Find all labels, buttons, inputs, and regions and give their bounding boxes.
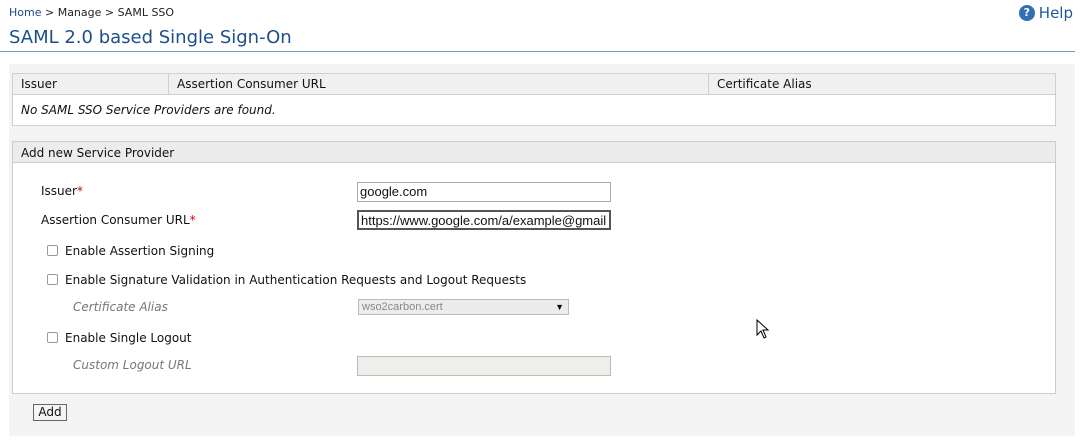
breadcrumb-separator: > [101,6,118,19]
acs-url-label-text: Assertion Consumer URL [41,213,190,227]
form-header: Add new Service Provider [12,141,1056,163]
breadcrumb-home-link[interactable]: Home [9,6,41,19]
title-divider [0,51,1075,52]
breadcrumb-current: SAML SSO [117,6,175,19]
column-header-issuer: Issuer [12,73,169,95]
help-link[interactable]: ? Help [1018,4,1073,22]
certificate-alias-value: wso2carbon.cert [362,301,443,313]
enable-signature-validation-checkbox[interactable] [47,274,58,285]
mouse-pointer-icon [756,319,770,339]
issuer-label: Issuer* [41,184,83,198]
chevron-down-icon: ▼ [555,302,564,312]
custom-logout-url-label: Custom Logout URL [73,358,192,372]
enable-assertion-signing-checkbox[interactable] [47,245,58,256]
add-button[interactable]: Add [33,404,67,421]
sp-table-header-row: Issuer Assertion Consumer URL Certificat… [12,73,1056,95]
required-marker: * [189,213,196,227]
breadcrumb-separator: > [41,6,58,19]
certificate-alias-label: Certificate Alias [73,300,168,314]
breadcrumb-manage: Manage [57,6,102,19]
enable-assertion-signing-label: Enable Assertion Signing [65,244,215,258]
help-label: Help [1038,4,1073,22]
required-marker: * [76,184,83,198]
acs-url-label: Assertion Consumer URL* [41,213,196,227]
page-title: SAML 2.0 based Single Sign-On [9,27,292,48]
help-circle-icon: ? [1018,5,1035,21]
enable-single-logout-checkbox[interactable] [47,332,58,343]
column-header-acs-url: Assertion Consumer URL [168,73,709,95]
issuer-input[interactable]: google.com [357,182,611,202]
column-header-certificate-alias: Certificate Alias [708,73,1056,95]
enable-single-logout-label: Enable Single Logout [65,331,192,345]
acs-url-input[interactable]: https://www.google.com/a/example@gmail [357,210,611,230]
table-row: No SAML SSO Service Providers are found. [12,94,1056,126]
sp-table: Issuer Assertion Consumer URL Certificat… [12,73,1056,126]
enable-signature-validation-label: Enable Signature Validation in Authentic… [65,273,527,287]
certificate-alias-select[interactable]: wso2carbon.cert ▼ [358,299,569,315]
custom-logout-url-input[interactable] [357,356,611,376]
breadcrumb: Home > Manage > SAML SSO [9,6,174,19]
issuer-label-text: Issuer [41,184,77,198]
empty-message: No SAML SSO Service Providers are found. [12,94,1056,126]
